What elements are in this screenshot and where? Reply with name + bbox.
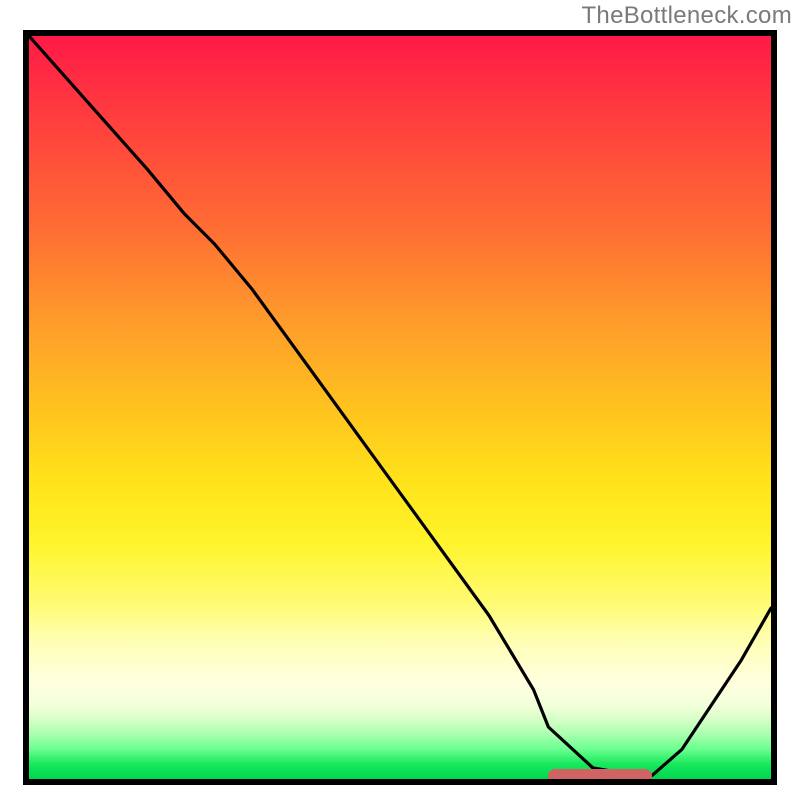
bottleneck-curve [29,36,771,779]
chart-stage: TheBottleneck.com [0,0,800,800]
watermark-text: TheBottleneck.com [581,2,792,30]
optimal-range-marker [548,769,652,779]
plot-frame [23,30,777,785]
plot-area [29,36,771,779]
